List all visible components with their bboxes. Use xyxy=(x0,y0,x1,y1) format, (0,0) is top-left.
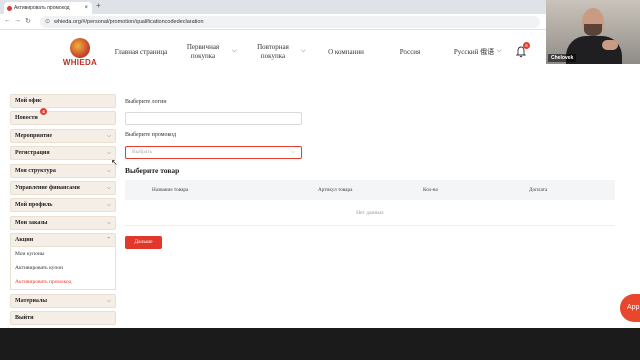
promo-select-placeholder: Выбрать xyxy=(132,149,153,155)
login-input[interactable] xyxy=(125,112,302,125)
empty-table-message: Нет данных xyxy=(125,200,615,226)
promo-select[interactable]: Выбрать ⌵ xyxy=(125,146,302,159)
sidebar-item-logout[interactable]: Выйти xyxy=(10,310,116,325)
nav-region[interactable]: Россия xyxy=(392,48,428,57)
notification-badge: 6 xyxy=(523,42,530,49)
browser-tab-strip: Активировать промокод × + xyxy=(0,0,640,14)
sidebar-item-structure[interactable]: Моя структура ⌵ xyxy=(10,163,116,178)
sidebar-item-materials[interactable]: Материалы ⌵ xyxy=(10,293,116,308)
forward-icon[interactable]: → xyxy=(14,17,21,24)
chevron-down-icon: ⌵ xyxy=(497,48,502,54)
column-header: Кол-во xyxy=(423,187,439,193)
sidebar-item-label: Управление финансами xyxy=(15,184,80,191)
sidebar-item-label: Новости xyxy=(15,115,38,122)
sidebar-item-label: Мои заказы xyxy=(15,219,48,226)
chevron-down-icon: ⌵ xyxy=(232,48,237,54)
address-bar-row: ← → ↻ ⊙ whieda.org/#/personal/promotion/… xyxy=(0,14,640,30)
sidebar-item-finance[interactable]: Управление финансами ⌵ xyxy=(10,180,116,195)
column-header: Название товара xyxy=(152,187,189,193)
chevron-down-icon: ⌵ xyxy=(106,297,111,304)
chevron-down-icon: ⌵ xyxy=(106,132,111,139)
logo-emblem-icon xyxy=(70,38,90,58)
close-tab-icon[interactable]: × xyxy=(84,2,88,14)
back-icon[interactable]: ← xyxy=(4,17,11,24)
sidebar-item-news[interactable]: Новости 4 xyxy=(10,108,116,126)
column-header: Доплата xyxy=(529,187,548,193)
submenu-item-my-coupons[interactable]: Мои купоны xyxy=(11,247,115,261)
browser-tab[interactable]: Активировать промокод × xyxy=(4,2,92,14)
product-section-title: Выберите товар xyxy=(125,166,180,175)
reload-icon[interactable]: ↻ xyxy=(25,17,31,25)
url-text: whieda.org/#/personal/promotion/qualific… xyxy=(54,19,204,25)
sidebar-item-registration[interactable]: Регистрация ⌵ xyxy=(10,146,116,161)
webcam-name-label: Chelovek xyxy=(548,54,577,62)
submenu-item-activate-coupon[interactable]: Активировать купон xyxy=(11,261,115,275)
language-select[interactable]: Русский 俄语 xyxy=(450,48,498,57)
chevron-down-icon: ⌵ xyxy=(106,202,111,209)
site-info-icon[interactable]: ⊙ xyxy=(45,16,50,28)
sidebar-item-label: Акции xyxy=(15,237,34,244)
chevron-down-icon: ⌵ xyxy=(291,150,295,155)
sidebar-item-label: Регистрация xyxy=(15,150,50,157)
webcam-overlay: Chelovek xyxy=(546,0,640,64)
logo[interactable]: WHIEDA xyxy=(62,38,98,74)
favicon-icon xyxy=(7,6,12,11)
presenter-beard xyxy=(584,24,602,36)
news-badge: 4 xyxy=(40,108,47,116)
nav-repeat-purchase[interactable]: Повторная покупка xyxy=(252,43,294,61)
submenu-item-activate-promocode[interactable]: Активировать промокод xyxy=(11,275,115,289)
nav-home[interactable]: Главная страница xyxy=(112,48,170,57)
nav-about[interactable]: О компании xyxy=(320,48,372,57)
sidebar: Мой офис Новости 4 Мероприятие ⌵ Регистрац… xyxy=(10,94,116,328)
app-floating-button[interactable]: App xyxy=(620,294,640,322)
sidebar-item-label: Выйти xyxy=(15,314,34,321)
promo-label: Выберите промокод xyxy=(125,132,177,138)
promotions-submenu: Мои купоны Активировать купон Активирова… xyxy=(10,247,116,291)
sidebar-item-label: Мероприятие xyxy=(15,132,53,139)
column-header: Артикул товара xyxy=(318,187,353,193)
chevron-down-icon: ⌵ xyxy=(106,184,111,191)
sidebar-item-label: Материалы xyxy=(15,297,48,304)
login-label: Выберите логин xyxy=(125,99,167,105)
nav-first-purchase[interactable]: Первичная покупка xyxy=(182,43,224,61)
sidebar-item-promotions[interactable]: Акции ⌃ xyxy=(10,233,116,248)
new-tab-button[interactable]: + xyxy=(96,1,101,10)
sidebar-item-office[interactable]: Мой офис xyxy=(10,94,116,108)
sidebar-item-label: Мой офис xyxy=(15,98,42,104)
taskbar xyxy=(0,328,640,360)
chevron-up-icon: ⌃ xyxy=(106,237,111,244)
product-table-header: Название товара Артикул товара Кол-во До… xyxy=(125,180,615,200)
url-field[interactable]: ⊙ whieda.org/#/personal/promotion/qualif… xyxy=(40,16,540,28)
presenter-hand xyxy=(602,40,618,50)
tab-title: Активировать промокод xyxy=(14,5,70,11)
mouse-cursor-icon: ↖ xyxy=(111,158,118,167)
chevron-down-icon: ⌵ xyxy=(106,219,111,226)
site-header: WHIEDA Главная страница Первичная покупк… xyxy=(0,30,640,78)
sidebar-item-events[interactable]: Мероприятие ⌵ xyxy=(10,128,116,143)
sidebar-item-profile[interactable]: Мой профиль ⌵ xyxy=(10,198,116,213)
sidebar-item-label: Мой профиль xyxy=(15,202,53,209)
next-button[interactable]: Дальше xyxy=(125,236,162,249)
chevron-down-icon: ⌵ xyxy=(301,48,306,54)
sidebar-item-orders[interactable]: Мои заказы ⌵ xyxy=(10,215,116,230)
logo-text: WHIEDA xyxy=(62,58,98,67)
sidebar-item-label: Моя структура xyxy=(15,167,56,174)
